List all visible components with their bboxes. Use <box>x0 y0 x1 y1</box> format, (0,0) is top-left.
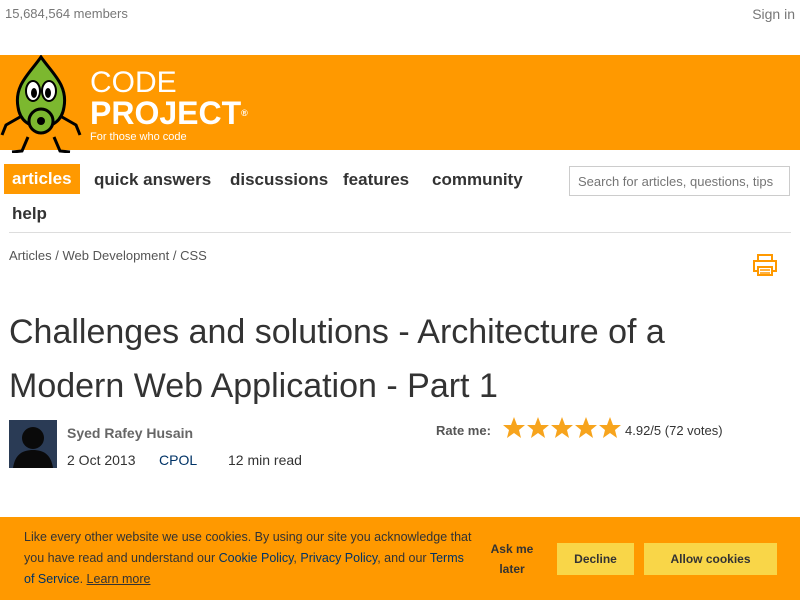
privacy-policy-link[interactable]: Privacy Policy <box>300 551 377 565</box>
breadcrumb-web-development[interactable]: Web Development <box>63 248 170 263</box>
read-time: 12 min read <box>228 452 302 468</box>
site-banner: CODE PROJECT® For those who code <box>0 55 800 153</box>
print-icon[interactable] <box>753 253 777 277</box>
breadcrumb-separator: / <box>55 248 59 263</box>
nav-quick-answers[interactable]: quick answers <box>94 170 211 190</box>
star-icon[interactable] <box>526 416 550 440</box>
author-name[interactable]: Syed Rafey Husain <box>67 425 193 441</box>
logo-project-text: PROJECT <box>90 95 242 131</box>
top-bar: 15,684,564 members Sign in <box>0 0 800 55</box>
decline-button[interactable]: Decline <box>557 543 634 575</box>
learn-more-link[interactable]: Learn more <box>87 572 151 586</box>
rating-score: 4.92/5 (72 votes) <box>625 423 723 438</box>
ask-me-later-button[interactable]: Ask me later <box>482 539 542 579</box>
nav-features[interactable]: features <box>343 170 409 190</box>
rating-stars[interactable] <box>502 416 622 440</box>
mascot-logo-icon[interactable] <box>0 55 82 153</box>
breadcrumb: Articles / Web Development / CSS <box>9 248 207 263</box>
cookie-policy-link[interactable]: Cookie Policy <box>219 551 294 565</box>
member-count: 15,684,564 members <box>5 6 128 21</box>
logo-tagline: For those who code <box>90 131 187 143</box>
allow-cookies-button[interactable]: Allow cookies <box>644 543 777 575</box>
star-icon[interactable] <box>550 416 574 440</box>
registered-mark: ® <box>241 108 248 118</box>
breadcrumb-articles[interactable]: Articles <box>9 248 52 263</box>
star-icon[interactable] <box>574 416 598 440</box>
breadcrumb-separator: / <box>172 248 177 263</box>
star-icon[interactable] <box>598 416 622 440</box>
article-title: Challenges and solutions - Architecture … <box>9 313 665 405</box>
search-input[interactable] <box>569 166 790 196</box>
nav-articles[interactable]: articles <box>4 164 80 194</box>
cookie-text-sep: . <box>79 572 87 586</box>
star-icon[interactable] <box>502 416 526 440</box>
cookie-text-sep: , and our <box>377 551 430 565</box>
nav-help[interactable]: help <box>12 204 47 224</box>
nav-discussions[interactable]: discussions <box>230 170 328 190</box>
avatar-silhouette-icon <box>9 420 57 468</box>
publish-date: 2 Oct 2013 <box>67 452 136 468</box>
cookie-banner: Like every other website we use cookies.… <box>0 517 800 600</box>
sign-in-link[interactable]: Sign in <box>752 6 795 22</box>
rate-label: Rate me: <box>436 423 491 438</box>
site-logo[interactable]: CODE PROJECT® For those who code <box>90 66 248 144</box>
license-link[interactable]: CPOL <box>159 452 197 468</box>
nav-community[interactable]: community <box>432 170 523 190</box>
nav-divider <box>9 232 791 233</box>
author-avatar[interactable] <box>9 420 57 468</box>
logo-code-text: CODE <box>90 66 177 99</box>
cookie-message: Like every other website we use cookies.… <box>24 527 474 590</box>
breadcrumb-css[interactable]: CSS <box>180 248 207 263</box>
